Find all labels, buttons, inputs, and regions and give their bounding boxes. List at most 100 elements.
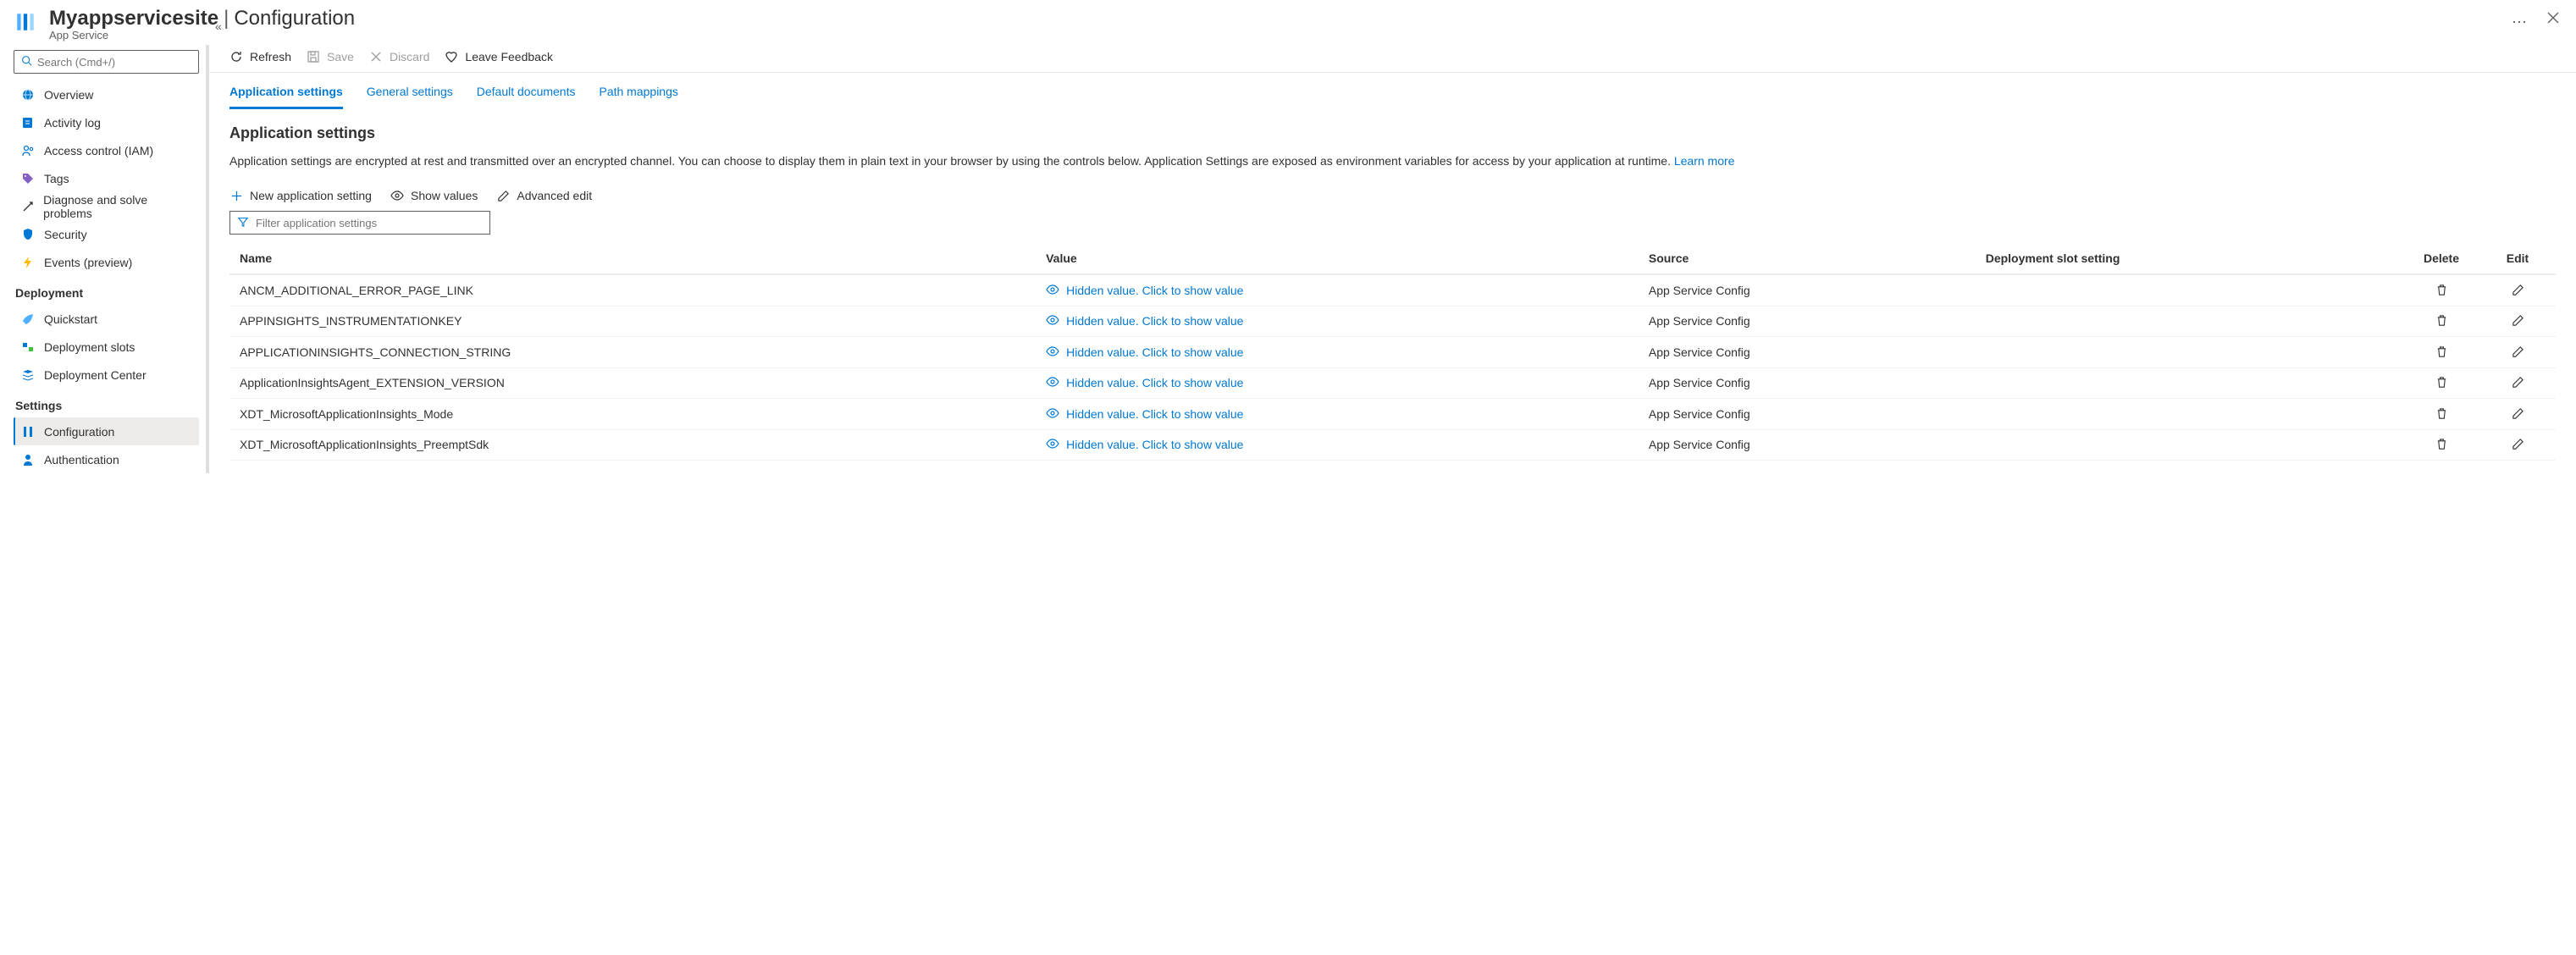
col-source[interactable]: Source bbox=[1639, 243, 1976, 274]
more-actions[interactable]: ⋯ bbox=[2507, 12, 2532, 33]
cell-slot bbox=[1976, 367, 2403, 399]
edit-button[interactable] bbox=[2510, 437, 2525, 452]
eye-icon bbox=[1046, 407, 1059, 421]
col-slot[interactable]: Deployment slot setting bbox=[1976, 243, 2403, 274]
refresh-icon bbox=[229, 50, 243, 63]
cell-name: XDT_MicrosoftApplicationInsights_Mode bbox=[229, 399, 1036, 430]
delete-button[interactable] bbox=[2434, 437, 2449, 452]
page-title: Configuration bbox=[234, 7, 355, 30]
close-button[interactable] bbox=[2544, 7, 2562, 31]
hidden-value[interactable]: Hidden value. Click to show value bbox=[1046, 438, 1243, 451]
cell-source: App Service Config bbox=[1639, 337, 1976, 368]
col-name[interactable]: Name bbox=[229, 243, 1036, 274]
app-service-icon bbox=[14, 10, 37, 34]
delete-button[interactable] bbox=[2434, 282, 2449, 297]
sidebar-item-events[interactable]: Events (preview) bbox=[14, 248, 199, 276]
bolt-icon bbox=[20, 255, 36, 270]
hidden-value[interactable]: Hidden value. Click to show value bbox=[1046, 345, 1243, 359]
delete-button[interactable] bbox=[2434, 313, 2449, 328]
user-icon bbox=[20, 452, 36, 467]
edit-button[interactable] bbox=[2510, 344, 2525, 359]
sidebar-item-label: Events (preview) bbox=[44, 256, 132, 269]
sidebar-item-authentication[interactable]: Authentication bbox=[14, 445, 199, 473]
sidebar-item-configuration[interactable]: Configuration bbox=[14, 417, 199, 445]
plus-icon bbox=[229, 189, 243, 202]
people-icon bbox=[20, 143, 36, 158]
col-edit: Edit bbox=[2479, 243, 2556, 274]
cell-source: App Service Config bbox=[1639, 429, 1976, 461]
eye-icon bbox=[1046, 284, 1059, 297]
delete-button[interactable] bbox=[2434, 344, 2449, 359]
hidden-value[interactable]: Hidden value. Click to show value bbox=[1046, 284, 1243, 297]
diagnose-icon bbox=[20, 199, 35, 214]
sidebar-item-deployment-center[interactable]: Deployment Center bbox=[14, 361, 199, 389]
refresh-button[interactable]: Refresh bbox=[229, 50, 291, 63]
col-value[interactable]: Value bbox=[1036, 243, 1639, 274]
tab-default-documents[interactable]: Default documents bbox=[477, 85, 576, 109]
sidebar-item-tags[interactable]: Tags bbox=[14, 164, 199, 192]
configuration-icon bbox=[20, 424, 36, 439]
edit-button[interactable] bbox=[2510, 313, 2525, 328]
slots-icon bbox=[20, 339, 36, 355]
title-separator: | bbox=[224, 7, 229, 30]
edit-button[interactable] bbox=[2510, 282, 2525, 297]
search-icon bbox=[21, 55, 32, 69]
learn-more-link[interactable]: Learn more bbox=[1674, 154, 1735, 168]
cell-source: App Service Config bbox=[1639, 306, 1976, 337]
cell-slot bbox=[1976, 429, 2403, 461]
tab-path-mappings[interactable]: Path mappings bbox=[599, 85, 677, 109]
sidebar-item-label: Activity log bbox=[44, 116, 101, 130]
globe-icon bbox=[20, 87, 36, 102]
collapse-sidebar[interactable]: « bbox=[215, 19, 222, 33]
eye-icon bbox=[1046, 314, 1059, 328]
delete-button[interactable] bbox=[2434, 406, 2449, 421]
sidebar-search[interactable] bbox=[14, 50, 199, 74]
discard-icon bbox=[369, 50, 383, 63]
tab-app-settings[interactable]: Application settings bbox=[229, 85, 343, 109]
action-label: Advanced edit bbox=[517, 189, 592, 202]
eye-icon bbox=[390, 189, 404, 202]
resource-name: Myappservicesite bbox=[49, 7, 218, 30]
eye-icon bbox=[1046, 438, 1059, 451]
sidebar-item-activity-log[interactable]: Activity log bbox=[14, 108, 199, 136]
advanced-edit-button[interactable]: Advanced edit bbox=[496, 189, 592, 202]
shield-icon bbox=[20, 227, 36, 242]
sidebar-item-label: Access control (IAM) bbox=[44, 144, 153, 157]
tag-icon bbox=[20, 171, 36, 186]
table-row: XDT_MicrosoftApplicationInsights_Mode Hid… bbox=[229, 399, 2556, 430]
sidebar-item-iam[interactable]: Access control (IAM) bbox=[14, 136, 199, 164]
discard-button: Discard bbox=[369, 50, 429, 63]
feedback-button[interactable]: Leave Feedback bbox=[445, 50, 553, 63]
cell-name: XDT_MicrosoftApplicationInsights_Preempt… bbox=[229, 429, 1036, 461]
cell-name: APPINSIGHTS_INSTRUMENTATIONKEY bbox=[229, 306, 1036, 337]
tab-general-settings[interactable]: General settings bbox=[367, 85, 453, 109]
edit-button[interactable] bbox=[2510, 406, 2525, 421]
sidebar-item-label: Diagnose and solve problems bbox=[43, 193, 192, 220]
sidebar-item-security[interactable]: Security bbox=[14, 220, 199, 248]
eye-icon bbox=[1046, 376, 1059, 389]
toolbar-label: Refresh bbox=[250, 50, 291, 63]
sidebar-search-input[interactable] bbox=[37, 56, 191, 69]
sidebar-item-overview[interactable]: Overview bbox=[14, 80, 199, 108]
action-label: Show values bbox=[411, 189, 478, 202]
hidden-value[interactable]: Hidden value. Click to show value bbox=[1046, 314, 1243, 328]
cell-slot bbox=[1976, 337, 2403, 368]
sidebar-item-label: Authentication bbox=[44, 453, 119, 466]
save-button: Save bbox=[307, 50, 354, 63]
filter-box[interactable] bbox=[229, 211, 490, 235]
sidebar-item-quickstart[interactable]: Quickstart bbox=[14, 305, 199, 333]
show-values-button[interactable]: Show values bbox=[390, 189, 478, 202]
delete-button[interactable] bbox=[2434, 375, 2449, 390]
cell-slot bbox=[1976, 399, 2403, 430]
filter-input[interactable] bbox=[256, 217, 483, 229]
cell-slot bbox=[1976, 306, 2403, 337]
section-description: Application settings are encrypted at re… bbox=[229, 152, 2556, 170]
edit-button[interactable] bbox=[2510, 375, 2525, 390]
sidebar-item-deployment-slots[interactable]: Deployment slots bbox=[14, 333, 199, 361]
sidebar-item-diagnose[interactable]: Diagnose and solve problems bbox=[14, 192, 199, 220]
hidden-value[interactable]: Hidden value. Click to show value bbox=[1046, 376, 1243, 389]
action-label: New application setting bbox=[250, 189, 372, 202]
hidden-value[interactable]: Hidden value. Click to show value bbox=[1046, 407, 1243, 421]
cell-slot bbox=[1976, 274, 2403, 306]
new-app-setting-button[interactable]: New application setting bbox=[229, 189, 372, 202]
